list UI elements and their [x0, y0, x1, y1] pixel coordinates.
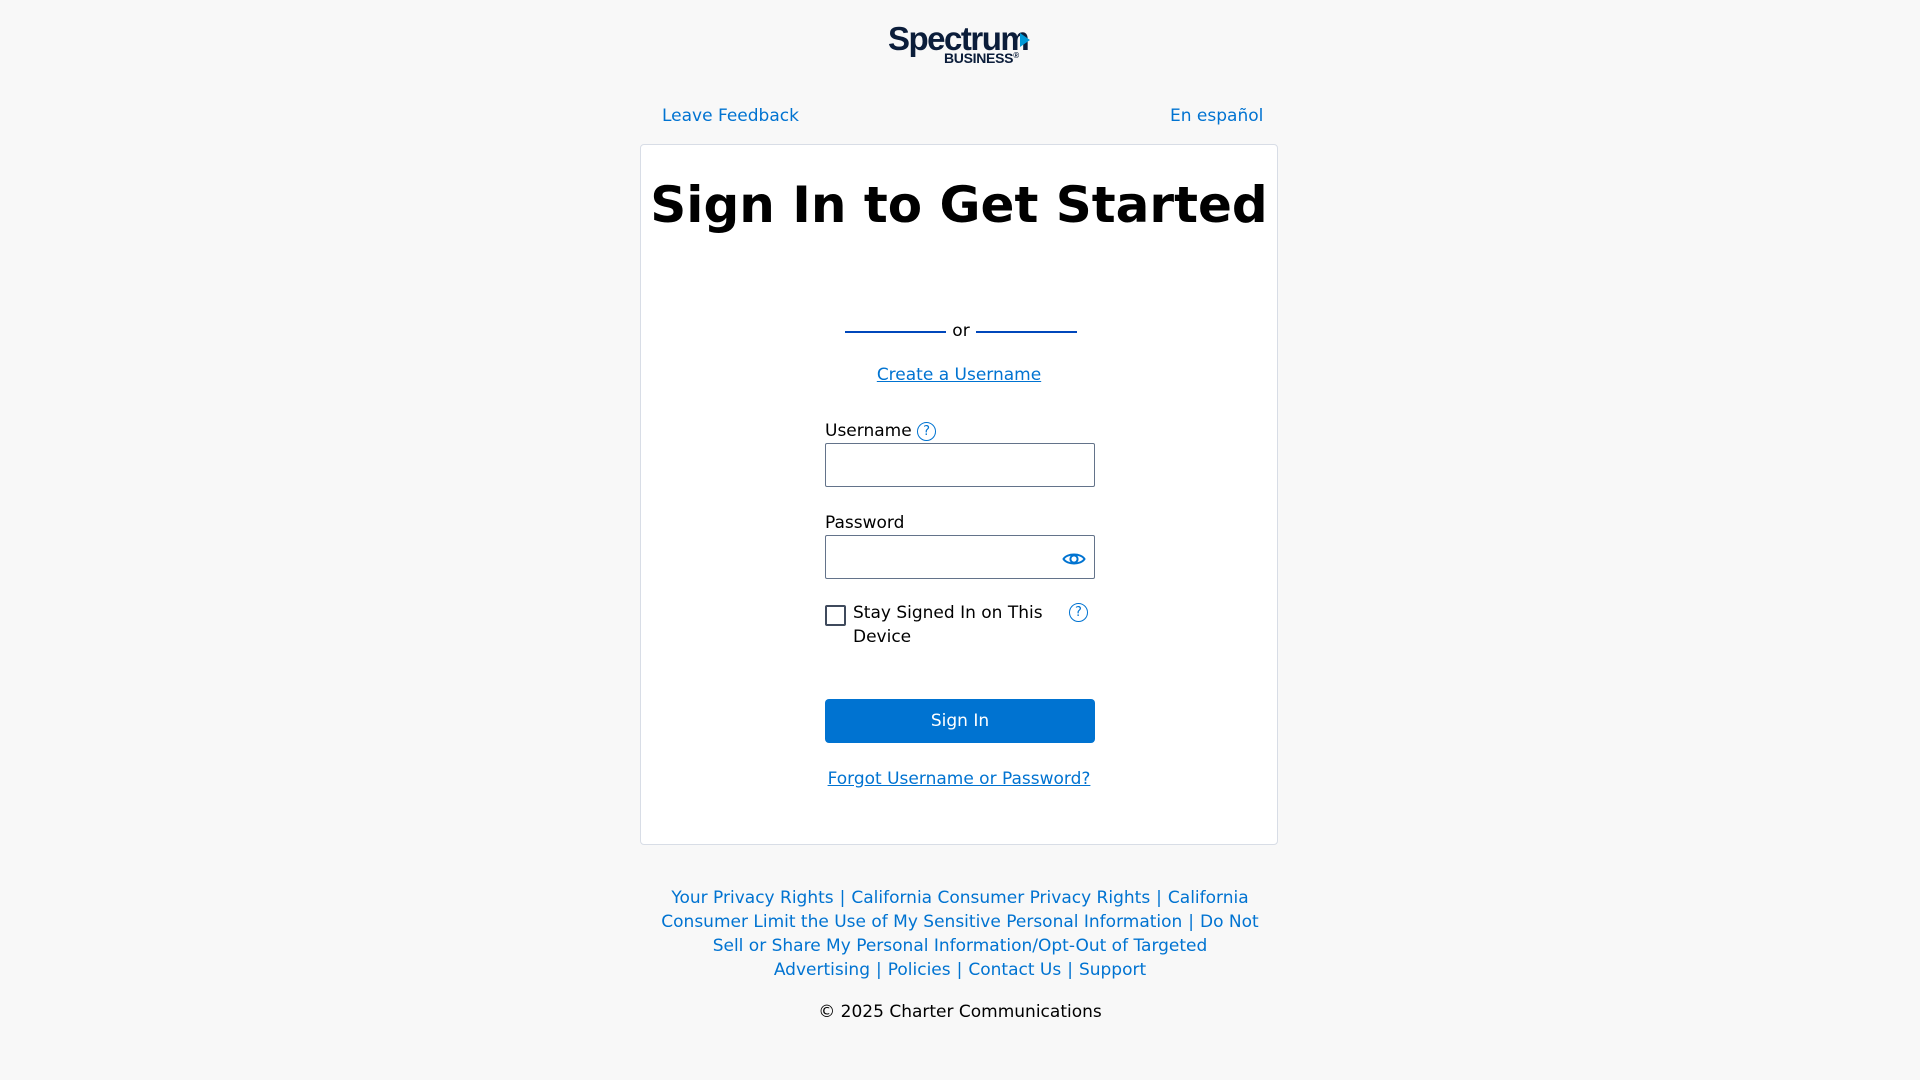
footer-separator: | [839, 888, 846, 908]
divider-line-right [976, 331, 1077, 333]
language-toggle-link[interactable]: En español [1170, 106, 1263, 126]
leave-feedback-link[interactable]: Leave Feedback [662, 106, 799, 126]
footer-separator: | [956, 960, 963, 980]
footer-links: Your Privacy Rights | California Consumer … [660, 886, 1260, 982]
sign-in-card: Sign In to Get Started or Create a Usern… [640, 144, 1278, 845]
password-label: Password [825, 513, 905, 533]
create-username-link[interactable]: Create a Username [877, 365, 1041, 385]
username-input[interactable] [825, 443, 1095, 487]
logo-arrow-icon [1020, 33, 1030, 47]
username-label: Username [825, 421, 912, 441]
divider-text: or [952, 321, 970, 341]
footer-separator: | [876, 960, 882, 980]
password-input[interactable] [825, 535, 1095, 579]
username-label-row: Username ? [825, 420, 937, 442]
page-title: Sign In to Get Started [650, 176, 1268, 234]
stay-signed-in-help-icon[interactable]: ? [1069, 603, 1088, 622]
footer-link-contact-us[interactable]: Contact Us [968, 960, 1061, 980]
stay-signed-in-label[interactable]: Stay Signed In on This Device [853, 601, 1043, 649]
forgot-credentials-link[interactable]: Forgot Username or Password? [828, 769, 1091, 789]
logo-subtitle: BUSINESS® [944, 50, 1019, 66]
username-help-icon[interactable]: ? [917, 422, 937, 441]
footer-separator: | [1067, 960, 1073, 980]
copyright: © 2025 Charter Communications [818, 1002, 1102, 1022]
footer-link-support[interactable]: Support [1079, 960, 1146, 980]
sign-in-button[interactable]: Sign In [825, 699, 1095, 743]
spectrum-business-logo: Spectrum BUSINESS® [888, 22, 1033, 66]
forgot-credentials-row: Forgot Username or Password? [641, 767, 1277, 791]
footer-link-policies[interactable]: Policies [888, 960, 951, 980]
footer-link-privacy-rights[interactable]: Your Privacy Rights [671, 888, 833, 908]
footer-separator: | [1156, 888, 1162, 908]
stay-signed-in-checkbox[interactable] [825, 605, 846, 626]
eye-icon[interactable] [1062, 547, 1086, 571]
or-divider: or [845, 319, 1077, 343]
footer-separator: | [1188, 912, 1195, 932]
create-username-row: Create a Username [641, 363, 1277, 387]
divider-line-left [845, 331, 946, 333]
footer-link-california-privacy[interactable]: California Consumer Privacy Rights [851, 888, 1150, 908]
